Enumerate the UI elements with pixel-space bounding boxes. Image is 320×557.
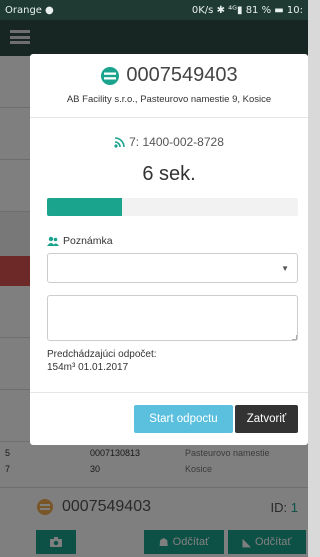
note-textarea[interactable] (47, 295, 298, 341)
note-label: Poznámka (47, 235, 113, 247)
register-info: 7: 1400-002-8728 (30, 135, 308, 149)
meter-number: 0007549403 (126, 64, 238, 86)
countdown: 6 sek. (142, 163, 196, 185)
chat-icon: ● (44, 4, 54, 16)
previous-reading-label: Predchádzajúci odpočet: (47, 349, 157, 360)
status-indicators: 0K/s ✱ ⁴ᴳ▮ 81 % ▬ 10: (191, 4, 303, 16)
modal-footer: Start odpoctu Zatvoriť (30, 392, 308, 445)
rss-icon (114, 136, 125, 148)
modal-header: 0007549403 AB Facility s.r.o., Pasteurov… (30, 54, 308, 118)
status-bar: Orange ● 0K/s ✱ ⁴ᴳ▮ 81 % ▬ 10: (0, 0, 308, 20)
meter-address: AB Facility s.r.o., Pasteurovo namestie … (66, 94, 272, 105)
register-label: 7: 1400-002-8728 (129, 135, 224, 149)
note-select[interactable]: ▼ (47, 253, 298, 283)
carrier-label: Orange (5, 4, 42, 16)
reading-modal: 0007549403 AB Facility s.r.o., Pasteurov… (30, 54, 308, 445)
previous-reading-value: 154m³ 01.01.2017 (47, 362, 129, 373)
progress-bar (47, 198, 298, 216)
resize-handle-icon[interactable] (292, 335, 297, 340)
start-reading-button[interactable]: Start odpoctu (134, 405, 233, 433)
gas-meter-icon (101, 66, 120, 85)
close-button[interactable]: Zatvoriť (235, 405, 298, 433)
group-icon (47, 236, 59, 246)
note-label-text: Poznámka (63, 235, 113, 247)
progress-fill (47, 198, 123, 216)
chevron-down-icon: ▼ (281, 264, 289, 273)
modal-title: 0007549403 (30, 64, 308, 87)
carrier: Orange ● (5, 5, 54, 16)
